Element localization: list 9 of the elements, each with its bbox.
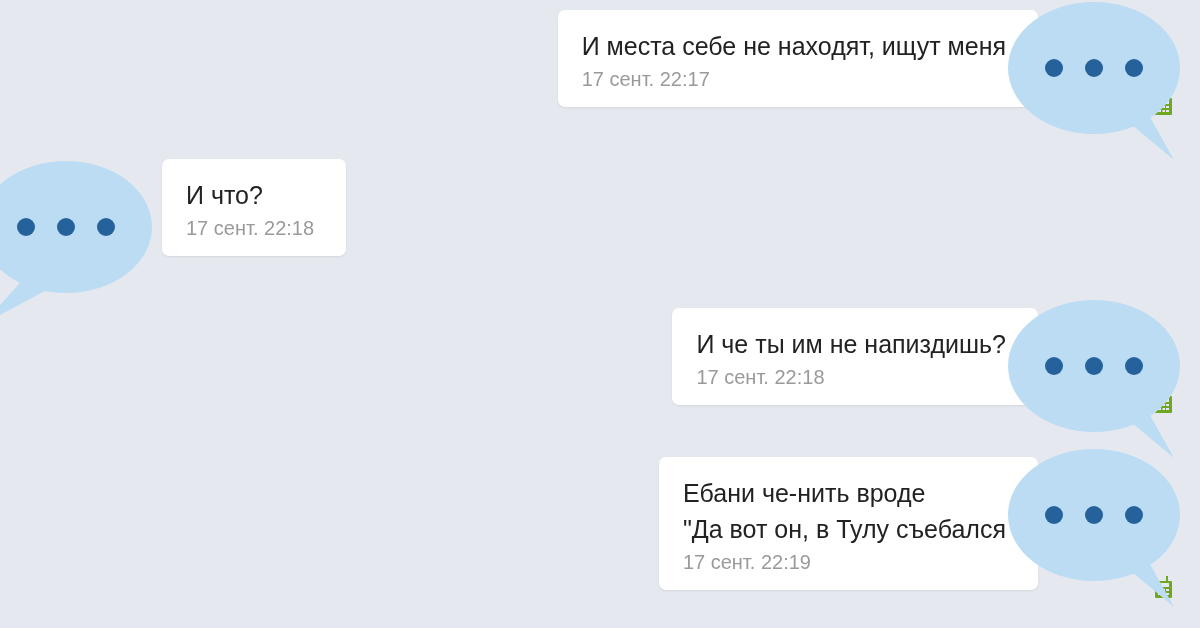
message-time: 17 сент. 22:18 [186,217,315,240]
message-text: "Да вот он, в Тулу съебался [682,514,1006,545]
message-text: Ебани че-нить вроде [682,478,927,509]
message-time: 17 сент. 22:18 [696,366,826,389]
message-time: 17 сент. 22:17 [581,68,711,91]
message-text: И что? [186,180,264,211]
message-time: 17 сент. 22:19 [682,551,812,574]
message-text: И че ты им не напиздишь? [696,329,1006,360]
message-text: И места себе не находят, ищут меня [581,31,1006,62]
